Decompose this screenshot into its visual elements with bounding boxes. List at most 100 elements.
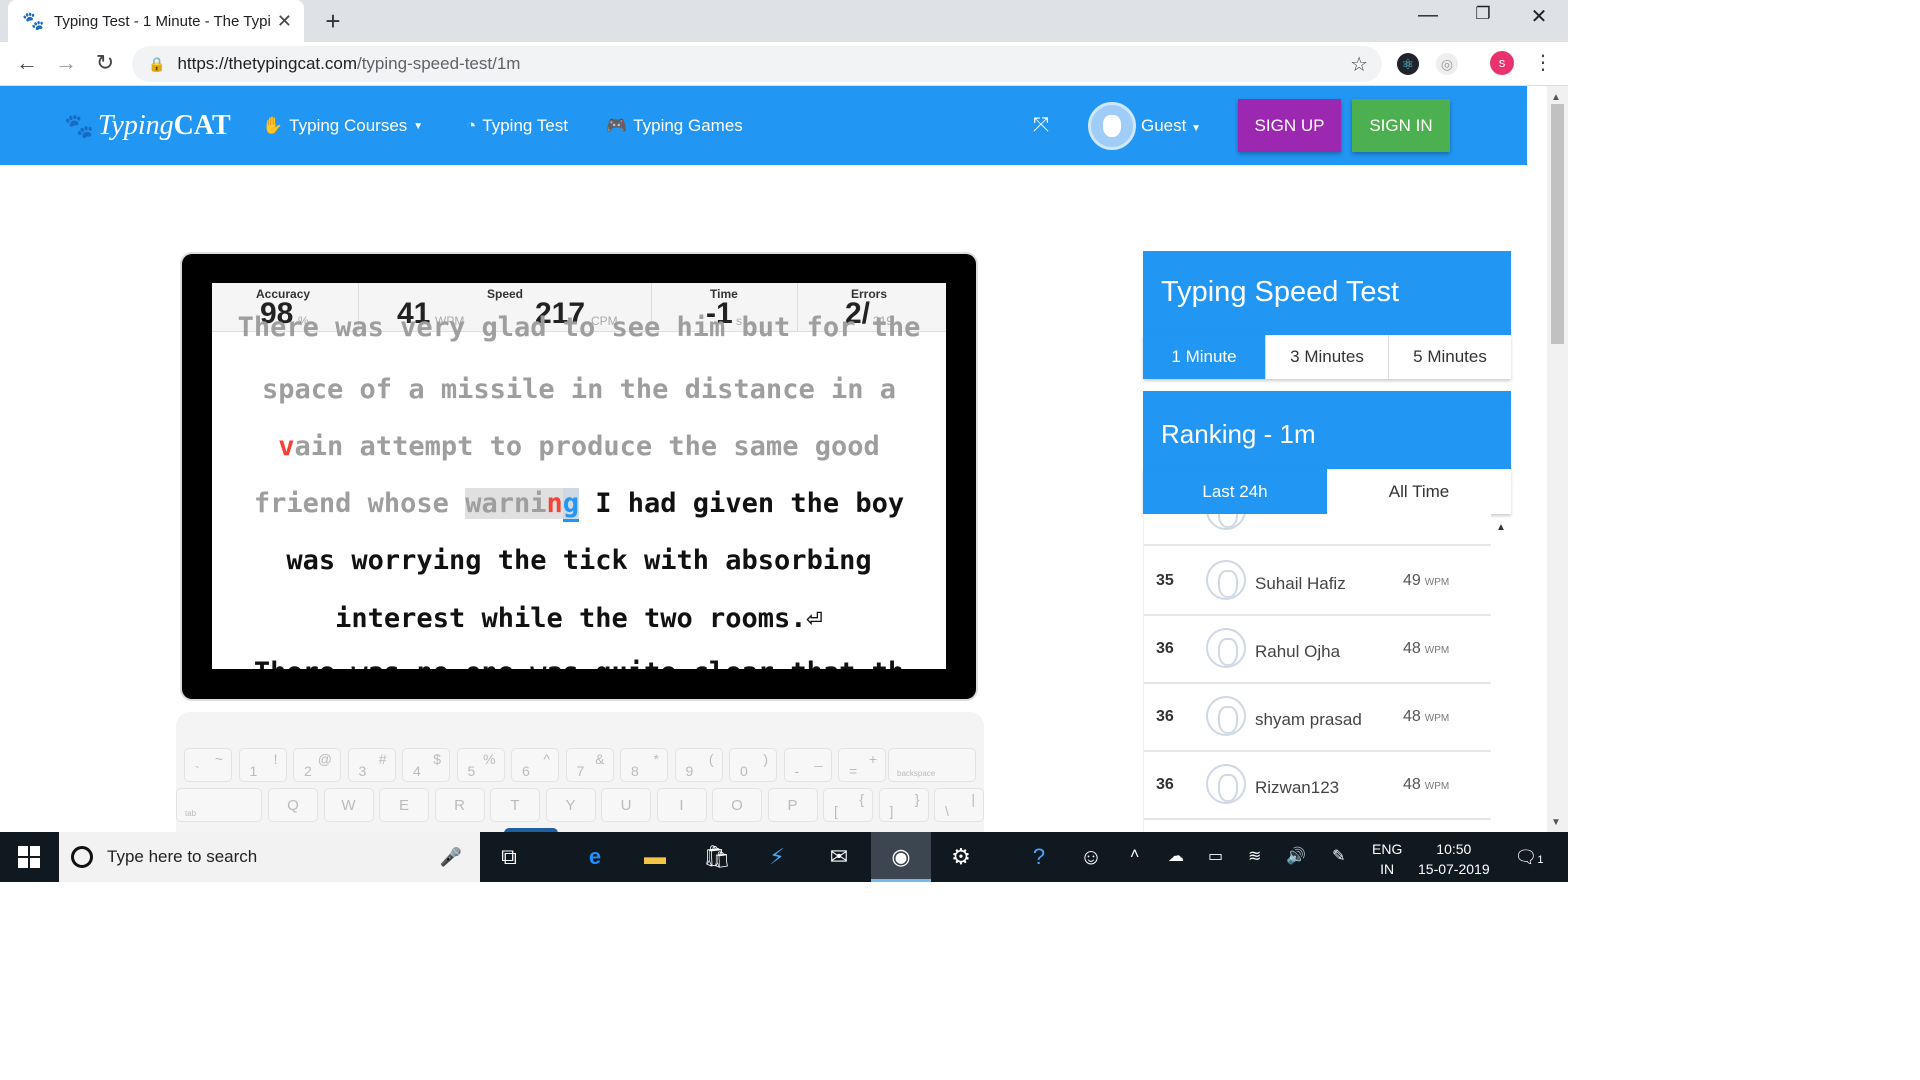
site-header: 🐾 Typing CAT ✋ Typing Courses ▼ ◔ Typing … xyxy=(0,86,1527,165)
restore-button[interactable]: ❐ xyxy=(1463,4,1503,24)
user-name[interactable]: Rizwan123 xyxy=(1255,778,1339,798)
new-tab-button[interactable]: + xyxy=(318,6,348,37)
language-indicator[interactable]: ENG IN xyxy=(1372,839,1402,879)
people-icon[interactable]: ☺ xyxy=(1074,842,1108,872)
file-explorer-icon[interactable]: ▬ xyxy=(638,842,672,872)
back-button[interactable]: ← xyxy=(12,50,42,76)
page-scrollbar-thumb[interactable] xyxy=(1551,104,1564,344)
text-line-3: friend whose warning I had given the boy xyxy=(212,488,946,522)
edge-icon[interactable]: e xyxy=(578,842,612,872)
ranking-row[interactable]: 36 Rizwan123 48 WPM xyxy=(1144,752,1491,820)
current-word: warning xyxy=(465,488,580,522)
keyboard-key: | \ xyxy=(934,788,984,822)
onedrive-icon[interactable]: ☁ xyxy=(1168,846,1184,866)
scroll-up-arrow-icon[interactable]: ▲ xyxy=(1551,92,1561,103)
mail-icon[interactable]: ✉ xyxy=(822,842,856,872)
browser-tabstrip: 🐾 Typing Test - 1 Minute - The Typi ✕ + … xyxy=(0,0,1568,42)
user-wpm: 49 WPM xyxy=(1403,572,1449,590)
windows-start-button[interactable] xyxy=(18,846,40,868)
reload-button[interactable]: ↻ xyxy=(90,50,120,76)
nav-typing-games[interactable]: 🎮 Typing Games xyxy=(606,116,743,136)
user-avatar-icon xyxy=(1206,560,1246,600)
guest-avatar[interactable] xyxy=(1088,102,1136,150)
show-hidden-icons-icon[interactable]: ˄ xyxy=(1130,846,1139,864)
user-wpm: 48 WPM xyxy=(1403,640,1449,658)
minimize-button[interactable]: — xyxy=(1408,4,1448,27)
fullscreen-icon[interactable]: ⤧ xyxy=(1033,114,1049,137)
volume-icon[interactable]: 🔊 xyxy=(1286,846,1306,866)
rank-number: 36 xyxy=(1156,708,1174,725)
visual-studio-icon[interactable]: ⚡ xyxy=(760,842,794,872)
key-shift-char: _ xyxy=(814,751,823,767)
tab-1-minute[interactable]: 1 Minute xyxy=(1143,335,1266,379)
page-scrollbar[interactable]: ▲ ▼ xyxy=(1547,86,1568,832)
bookmark-star-icon[interactable]: ☆ xyxy=(1350,52,1368,77)
user-name[interactable]: shyam prasad xyxy=(1255,710,1362,730)
key-tab-label: tab xyxy=(185,809,197,818)
pen-icon[interactable]: ✎ xyxy=(1332,846,1345,866)
ranking-scrollbar[interactable]: ▲ xyxy=(1491,522,1511,832)
key-char: 8 xyxy=(631,763,639,779)
keyboard-key: * 8 xyxy=(620,748,668,782)
tab-title: Typing Test - 1 Minute - The Typi xyxy=(54,12,271,30)
nav-typing-courses[interactable]: ✋ Typing Courses ▼ xyxy=(262,116,423,136)
ranking-row[interactable]: 35 Suhail Hafiz 49 WPM xyxy=(1144,548,1491,616)
tab-3-minutes[interactable]: 3 Minutes xyxy=(1266,335,1389,379)
keyboard-key: % 5 xyxy=(456,748,505,782)
text-line-2-rest: ain attempt to produce the same good xyxy=(294,431,880,462)
ranking-row[interactable]: 36 shyam prasad 48 WPM xyxy=(1144,684,1491,752)
text-line-6: There was no one was quite clear that th xyxy=(212,657,946,669)
battery-icon[interactable]: ▭ xyxy=(1208,846,1223,866)
user-avatar-icon xyxy=(1206,696,1246,736)
ranking-list[interactable]: 35 Suhail Hafiz 49 WPM 36 Rahul Ojha 48 WPM 36 sh… xyxy=(1143,514,1491,832)
keyboard-key: Y xyxy=(545,788,596,822)
nav-typing-test[interactable]: ◔ Typing Test xyxy=(466,116,568,136)
wpm-value: 48 xyxy=(1403,640,1421,657)
user-name[interactable]: Suhail Hafiz xyxy=(1255,574,1346,594)
notification-count: 1 xyxy=(1537,854,1544,866)
current-word-typed: warni xyxy=(465,488,547,519)
forward-button[interactable]: → xyxy=(51,50,81,76)
close-tab-icon[interactable]: ✕ xyxy=(277,11,292,32)
pending-text: I had given the boy xyxy=(579,488,905,519)
address-bar[interactable]: 🔒 https://thetypingcat.com/typing-speed-… xyxy=(132,46,1382,82)
taskbar-clock[interactable]: 10:50 15-07-2019 xyxy=(1418,839,1490,879)
ranking-row[interactable]: 36 Rahul Ojha 48 WPM xyxy=(1144,616,1491,684)
typing-screen[interactable]: Accuracy 98 % Speed 41 WPM | 217 CPM Tim… xyxy=(212,283,946,669)
key-shift-char: $ xyxy=(433,751,441,767)
sign-up-button[interactable]: SIGN UP xyxy=(1238,99,1341,152)
store-icon[interactable]: 🛍 xyxy=(700,842,734,872)
browser-tab[interactable]: 🐾 Typing Test - 1 Minute - The Typi ✕ xyxy=(8,0,304,42)
logo-text-typing: Typing xyxy=(97,110,174,141)
wifi-icon[interactable]: ≋ xyxy=(1248,846,1261,866)
profile-avatar[interactable]: s xyxy=(1490,51,1514,75)
tab-5-minutes[interactable]: 5 Minutes xyxy=(1389,335,1511,379)
task-view-icon[interactable]: ⧉ xyxy=(492,842,526,872)
guest-menu[interactable]: Guest ▼ xyxy=(1141,116,1201,136)
cursor-char: g xyxy=(562,488,580,522)
microphone-icon[interactable]: 🎤 xyxy=(440,847,462,868)
taskbar-search-box[interactable]: Type here to search 🎤 xyxy=(59,832,480,882)
ranking-scroll-up-icon[interactable]: ▲ xyxy=(1496,522,1506,533)
clock-date: 15-07-2019 xyxy=(1418,861,1490,877)
chrome-icon[interactable]: ◉ xyxy=(884,842,918,872)
search-placeholder: Type here to search xyxy=(107,847,258,866)
extension-icon[interactable]: ◎ xyxy=(1436,53,1458,75)
tab-all-time[interactable]: All Time xyxy=(1327,469,1511,514)
user-name[interactable]: Rahul Ojha xyxy=(1255,642,1340,662)
key-char: 2 xyxy=(304,763,312,779)
typing-text-area[interactable]: There was very glad to see him but for t… xyxy=(212,312,946,669)
close-window-button[interactable]: ✕ xyxy=(1519,4,1559,29)
settings-gear-icon[interactable]: ⚙ xyxy=(944,842,978,872)
key-shift-char: ~ xyxy=(214,751,223,767)
tab-last-24h[interactable]: Last 24h xyxy=(1143,469,1327,514)
typed-text: friend whose xyxy=(253,488,466,519)
scroll-down-arrow-icon[interactable]: ▼ xyxy=(1551,817,1561,828)
typingcat-logo[interactable]: 🐾 Typing CAT xyxy=(64,110,231,142)
key-shift-char: + xyxy=(868,751,877,767)
notifications-icon[interactable]: 🗨1 xyxy=(1512,842,1546,872)
chrome-menu-icon[interactable]: ⋮ xyxy=(1528,50,1558,75)
react-devtools-icon[interactable]: ⚛ xyxy=(1397,53,1419,75)
help-icon[interactable]: ? xyxy=(1022,842,1056,872)
sign-in-button[interactable]: SIGN IN xyxy=(1352,99,1450,152)
